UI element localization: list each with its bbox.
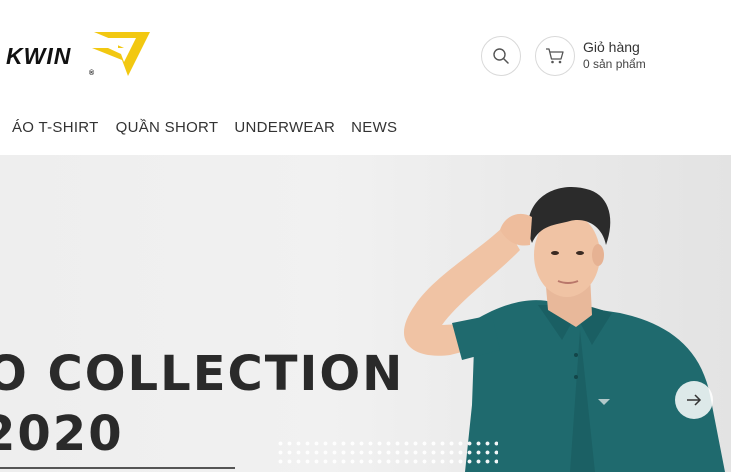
banner-divider <box>0 467 235 469</box>
hero-banner[interactable]: O COLLECTION 2020 <box>0 155 731 472</box>
search-button[interactable] <box>481 36 521 76</box>
model-photo <box>403 186 725 472</box>
logo-lightning-icon <box>92 32 150 76</box>
cart-count: 0 sản phẩm <box>583 57 646 71</box>
banner-year: 2020 <box>0 406 124 462</box>
slider-next-button[interactable] <box>675 381 713 419</box>
cart-title: Giỏ hàng <box>583 39 640 55</box>
banner-headline: O COLLECTION <box>0 346 405 402</box>
cart-button[interactable] <box>535 36 575 76</box>
logo-wordmark: KWIN <box>6 43 72 69</box>
nav-item-shorts[interactable]: QUẦN SHORT <box>116 118 219 138</box>
cart-icon <box>546 48 564 64</box>
dot-pattern <box>276 439 498 465</box>
site-header: KWIN ® Giỏ hàng 0 sản phẩm ÁO T-SHIRT QU… <box>0 0 731 155</box>
search-icon <box>493 48 509 64</box>
nav-item-tshirt[interactable]: ÁO T-SHIRT <box>12 118 99 138</box>
main-nav: ÁO T-SHIRT QUẦN SHORT UNDERWEAR NEWS <box>0 118 397 138</box>
cart-summary[interactable]: Giỏ hàng 0 sản phẩm <box>583 39 646 73</box>
brand-logo[interactable]: KWIN ® <box>4 30 154 80</box>
nav-item-news[interactable]: NEWS <box>351 118 397 138</box>
registered-mark: ® <box>89 70 95 77</box>
nav-item-underwear[interactable]: UNDERWEAR <box>234 118 335 138</box>
arrow-right-icon <box>687 394 702 406</box>
